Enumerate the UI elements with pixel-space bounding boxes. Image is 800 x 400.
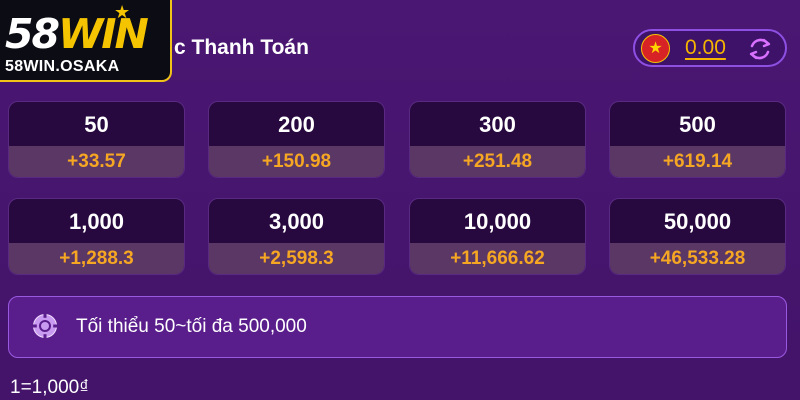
brand-logo: 58WIN ★ 58WIN.OSAKA — [0, 0, 172, 82]
amount-option-500[interactable]: 500 +619.14 — [609, 101, 786, 178]
amount-option-3000[interactable]: 3,000 +2,598.3 — [208, 198, 385, 275]
amount-bonus: +11,666.62 — [410, 243, 585, 274]
vietnam-flag-icon: ★ — [641, 34, 670, 63]
amount-option-50000[interactable]: 50,000 +46,533.28 — [609, 198, 786, 275]
amount-bonus: +150.98 — [209, 146, 384, 177]
amount-value: 1,000 — [68, 209, 125, 234]
exchange-rate-text: 1=1,000₫ — [10, 377, 89, 398]
chip-icon — [32, 313, 58, 339]
amount-bonus: +251.48 — [410, 146, 585, 177]
amount-bonus: +33.57 — [9, 146, 184, 177]
amount-option-300[interactable]: 300 +251.48 — [409, 101, 586, 178]
refresh-icon[interactable] — [747, 36, 773, 62]
balance-amount[interactable]: 0.00 — [685, 36, 726, 60]
amount-option-10000[interactable]: 10,000 +11,666.62 — [409, 198, 586, 275]
logo-domain: 58WIN.OSAKA — [5, 58, 120, 75]
amount-option-50[interactable]: 50 +33.57 — [8, 101, 185, 178]
logo-win-text: WIN — [58, 10, 149, 58]
amount-value: 50 — [84, 112, 109, 137]
amount-value: 500 — [679, 112, 716, 137]
amount-bonus: +46,533.28 — [610, 243, 785, 274]
page-title: c Thanh Toán — [174, 36, 309, 59]
amount-option-1000[interactable]: 1,000 +1,288.3 — [8, 198, 185, 275]
star-icon: ★ — [114, 2, 131, 22]
limit-info-box: Tối thiểu 50~tối đa 500,000 — [8, 296, 787, 358]
amount-value: 300 — [479, 112, 516, 137]
amount-bonus: +1,288.3 — [9, 243, 184, 274]
amount-value: 200 — [278, 112, 315, 137]
amount-value: 10,000 — [463, 209, 532, 234]
balance-widget: ★ 0.00 — [633, 29, 787, 67]
amount-option-200[interactable]: 200 +150.98 — [208, 101, 385, 178]
amount-bonus: +619.14 — [610, 146, 785, 177]
logo-58-text: 58 — [5, 10, 60, 58]
limit-text: Tối thiểu 50~tối đa 500,000 — [76, 316, 307, 337]
amount-value: 50,000 — [663, 209, 732, 234]
amount-value: 3,000 — [268, 209, 325, 234]
amount-bonus: +2,598.3 — [209, 243, 384, 274]
